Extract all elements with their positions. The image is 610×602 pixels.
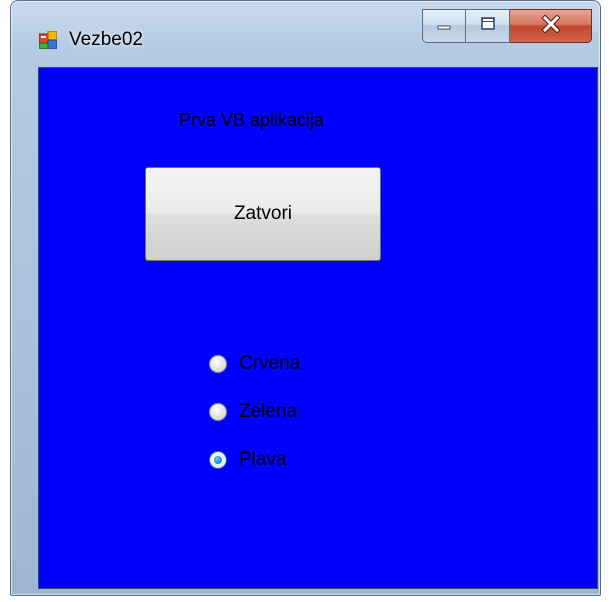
app-label: Prva VB aplikacija <box>179 110 325 130</box>
radio-label: Plava <box>239 449 287 470</box>
close-window-button[interactable] <box>510 9 592 43</box>
color-radio-group: Crvena Zelena Plava <box>209 340 300 484</box>
close-icon <box>540 13 562 38</box>
radio-label: Crvena <box>239 353 301 374</box>
radio-button-selected-icon[interactable] <box>209 451 227 469</box>
maximize-button[interactable] <box>466 9 510 43</box>
app-form-icon <box>38 30 58 50</box>
title-bar[interactable]: Vezbe02 <box>11 1 600 65</box>
radio-option-plava[interactable]: Plava <box>209 436 300 484</box>
radio-option-zelena[interactable]: Zelena <box>209 388 300 436</box>
zatvori-button[interactable]: Zatvori <box>145 167 381 261</box>
radio-option-crvena[interactable]: Crvena <box>209 340 300 388</box>
radio-label: Zelena <box>239 401 298 422</box>
minimize-icon <box>436 17 452 35</box>
form-client-area: Prva VB aplikacija Zatvori Crvena Zelena… <box>38 67 598 589</box>
radio-button-icon[interactable] <box>209 403 227 421</box>
radio-selected-dot <box>214 456 222 464</box>
caption-buttons <box>422 9 592 45</box>
minimize-button[interactable] <box>422 9 466 43</box>
window-title: Vezbe02 <box>69 29 143 50</box>
app-window: Vezbe02 Prva VB aplikacija Zatvori Crven… <box>10 0 601 596</box>
maximize-icon <box>480 16 496 36</box>
radio-button-icon[interactable] <box>209 355 227 373</box>
